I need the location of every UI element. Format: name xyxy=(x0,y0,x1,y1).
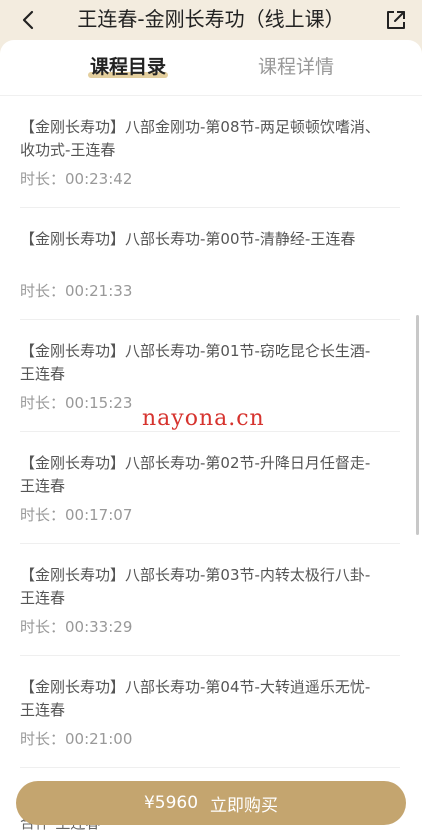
list-item[interactable]: 【金刚长寿功】八部长寿功-第03节-内转太极行八卦-王连春 时长：00:33:2… xyxy=(20,544,400,656)
list-item[interactable]: 【金刚长寿功】八部长寿功-第02节-升降日月任督走-王连春 时长：00:17:0… xyxy=(20,432,400,544)
tab-details-label: 课程详情 xyxy=(257,56,334,78)
watermark: nayona.cn xyxy=(142,406,265,431)
chevron-left-icon xyxy=(22,10,34,30)
tab-details[interactable]: 课程详情 xyxy=(216,50,376,84)
lesson-title: 【金刚长寿功】八部长寿功-第04节-大转逍遥乐无忧-王连春 xyxy=(20,678,371,719)
tab-catalog[interactable]: 课程目录 xyxy=(48,50,208,84)
list-item[interactable]: 【金刚长寿功】八部长寿功-第04节-大转逍遥乐无忧-王连春 时长：00:21:0… xyxy=(20,656,400,768)
lesson-title: 【金刚长寿功】八部金刚功-第08节-两足顿顿饮嗜消、收功式-王连春 xyxy=(20,118,380,159)
buy-now-label: 立即购买 xyxy=(210,795,279,816)
list-item[interactable]: 【金刚长寿功】八部长寿功-第00节-清静经-王连春 时长：00:21:33 xyxy=(20,208,400,320)
lesson-title: 【金刚长寿功】八部长寿功-第02节-升降日月任督走-王连春 xyxy=(20,454,371,495)
lesson-title: 【金刚长寿功】八部长寿功-第03节-内转太极行八卦-王连春 xyxy=(20,566,371,607)
tab-bar: 课程目录 课程详情 xyxy=(0,40,422,96)
content-card: 课程目录 课程详情 【金刚长寿功】八部金刚功-第08节-两足顿顿饮嗜消、收功式-… xyxy=(0,40,422,836)
share-icon xyxy=(387,11,405,29)
buy-now-button[interactable]: ¥5960 立即购买 xyxy=(16,781,406,825)
lesson-duration: 时长：00:23:42 xyxy=(20,170,133,188)
list-item[interactable]: 【金刚长寿功】八部金刚功-第08节-两足顿顿饮嗜消、收功式-王连春 时长：00:… xyxy=(20,96,400,208)
scrollbar[interactable] xyxy=(416,315,419,535)
lesson-duration: 时长：00:15:23 xyxy=(20,394,133,412)
lesson-title: 【金刚长寿功】八部长寿功-第00节-清静经-王连春 xyxy=(20,230,356,248)
tab-catalog-label: 课程目录 xyxy=(89,56,166,78)
lesson-duration: 时长：00:21:33 xyxy=(20,282,133,300)
lesson-duration: 时长：00:17:07 xyxy=(20,506,133,524)
share-button[interactable] xyxy=(382,6,410,34)
lesson-duration: 时长：00:33:29 xyxy=(20,618,133,636)
page-title: 王连春-金刚长寿功（线上课） xyxy=(77,7,345,31)
lesson-duration: 时长：00:21:00 xyxy=(20,730,133,748)
back-button[interactable] xyxy=(14,6,42,34)
price-label: ¥5960 xyxy=(143,793,199,813)
lesson-title: 【金刚长寿功】八部长寿功-第01节-窃吃昆仑长生酒-王连春 xyxy=(20,342,371,383)
top-bar: 王连春-金刚长寿功（线上课） xyxy=(0,0,422,40)
